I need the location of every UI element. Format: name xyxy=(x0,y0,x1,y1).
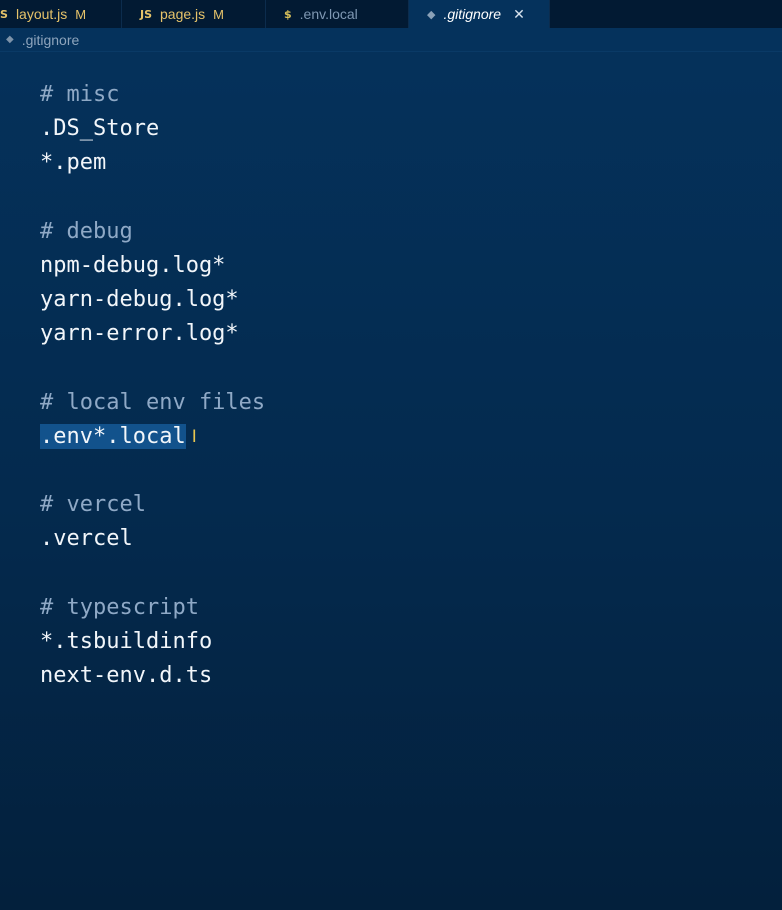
code-line: # vercel xyxy=(40,492,146,518)
code-line: npm-debug.log* xyxy=(40,252,226,278)
react-file-icon: S xyxy=(0,7,8,21)
breadcrumb[interactable]: ◆ .gitignore xyxy=(0,28,782,52)
tab-page-js[interactable]: JS page.js M xyxy=(122,0,266,28)
code-line-selected: .env*.local I xyxy=(40,420,265,454)
code-line: next-env.d.ts xyxy=(40,663,213,689)
tab-label: .env.local xyxy=(299,6,358,22)
javascript-file-icon: JS xyxy=(140,7,153,21)
text-cursor-icon: I xyxy=(191,426,197,447)
tab-gitignore[interactable]: ◆ .gitignore ✕ xyxy=(409,0,550,28)
git-file-icon: ◆ xyxy=(6,34,14,45)
tab-env-local[interactable]: $ .env.local xyxy=(266,0,409,28)
code-line: *.pem xyxy=(40,150,107,176)
breadcrumb-label[interactable]: .gitignore xyxy=(22,32,80,48)
code-line: .DS_Store xyxy=(40,116,160,142)
code-editor[interactable]: # misc .DS_Store *.pem # debug npm-debug… xyxy=(40,78,265,693)
modified-badge: M xyxy=(213,6,225,22)
tab-layout-js[interactable]: S layout.js M xyxy=(0,0,122,28)
code-line: # debug xyxy=(40,218,133,244)
modified-badge: M xyxy=(75,6,87,22)
selected-text[interactable]: .env*.local xyxy=(40,423,186,449)
tab-label: page.js xyxy=(160,6,206,22)
code-line: .vercel xyxy=(40,526,133,552)
code-line: *.tsbuildinfo xyxy=(40,629,213,654)
env-file-icon: $ xyxy=(284,7,292,21)
tab-bar: S layout.js M JS page.js M $ .env.local … xyxy=(0,0,782,28)
code-line: # typescript xyxy=(40,594,199,620)
code-line: # misc xyxy=(40,82,120,107)
tab-label: .gitignore xyxy=(443,6,502,22)
code-line: yarn-debug.log* xyxy=(40,287,239,313)
code-line: yarn-error.log* xyxy=(40,321,239,347)
close-icon[interactable]: ✕ xyxy=(513,6,525,23)
tab-label: layout.js xyxy=(15,6,68,22)
code-line: # local env files xyxy=(40,389,266,415)
git-file-icon: ◆ xyxy=(427,7,436,21)
